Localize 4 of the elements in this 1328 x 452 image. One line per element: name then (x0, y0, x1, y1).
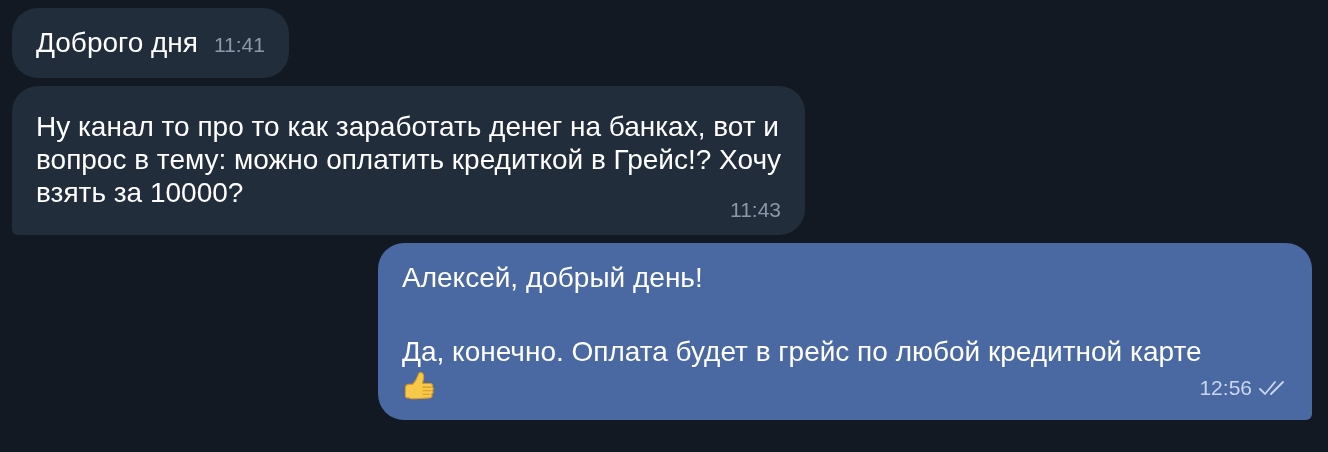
message-time: 12:56 (1199, 376, 1252, 400)
message-text: Алексей, добрый день! Да, конечно. Оплата будет в грейс по любой кредитной карте (401, 261, 1203, 369)
message-time: 11:41 (213, 33, 265, 57)
message-text: Доброго дня (36, 26, 198, 59)
